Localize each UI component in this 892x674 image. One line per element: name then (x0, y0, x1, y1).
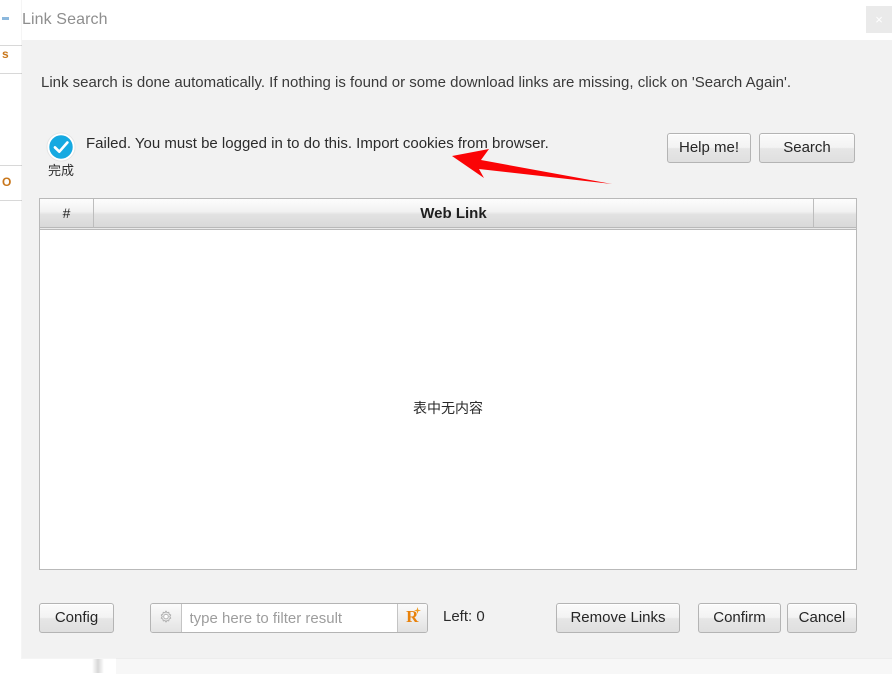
column-header-web-link[interactable]: Web Link (94, 199, 814, 228)
dialog-title: Link Search (22, 11, 108, 28)
column-header-number[interactable]: # (40, 199, 94, 228)
confirm-button[interactable]: Confirm (698, 603, 781, 633)
status-indicator: 完成 (39, 132, 83, 179)
table-header-row: # Web Link (40, 199, 856, 230)
background-divider (0, 165, 22, 166)
help-me-button[interactable]: Help me! (667, 133, 751, 163)
background-glyph-s: s (2, 47, 9, 61)
dialog-titlebar[interactable]: Link Search × (2, 0, 892, 41)
cancel-button[interactable]: Cancel (787, 603, 857, 633)
table-empty-message: 表中无内容 (413, 400, 483, 416)
filter-group: R (150, 603, 428, 633)
web-link-table: # Web Link 表中无内容 (39, 198, 857, 570)
check-circle-icon (46, 132, 76, 162)
background-status-strip (116, 658, 892, 674)
background-glyph-o: O (2, 175, 12, 189)
left-count-label: Left: 0 (443, 608, 485, 625)
gear-icon[interactable] (151, 604, 182, 632)
background-divider (0, 45, 22, 46)
remove-links-button[interactable]: Remove Links (556, 603, 680, 633)
dialog-content: Link search is done automatically. If no… (22, 40, 892, 658)
table-body[interactable]: 表中无内容 (40, 230, 856, 568)
link-search-dialog: Link Search × Link search is done automa… (2, 0, 892, 658)
background-horizontal-scroll-thumb[interactable] (92, 659, 104, 673)
status-message: Failed. You must be logged in to do this… (86, 135, 549, 152)
filter-input[interactable] (181, 604, 397, 632)
status-caption: 完成 (47, 163, 74, 178)
background-divider (0, 200, 22, 201)
background-left-panel (0, 30, 23, 658)
regex-r-icon[interactable]: R (396, 604, 427, 632)
config-button[interactable]: Config (39, 603, 114, 633)
search-button[interactable]: Search (759, 133, 855, 163)
screen: s O T Link Search × Link search is done … (0, 0, 892, 674)
background-divider (0, 73, 22, 74)
column-header-extra[interactable] (814, 199, 856, 228)
close-icon[interactable]: × (866, 6, 892, 33)
regex-r-letter: R (406, 607, 419, 626)
gear-glyph (160, 610, 171, 623)
intro-text: Link search is done automatically. If no… (41, 74, 792, 91)
link-icon (2, 17, 9, 20)
